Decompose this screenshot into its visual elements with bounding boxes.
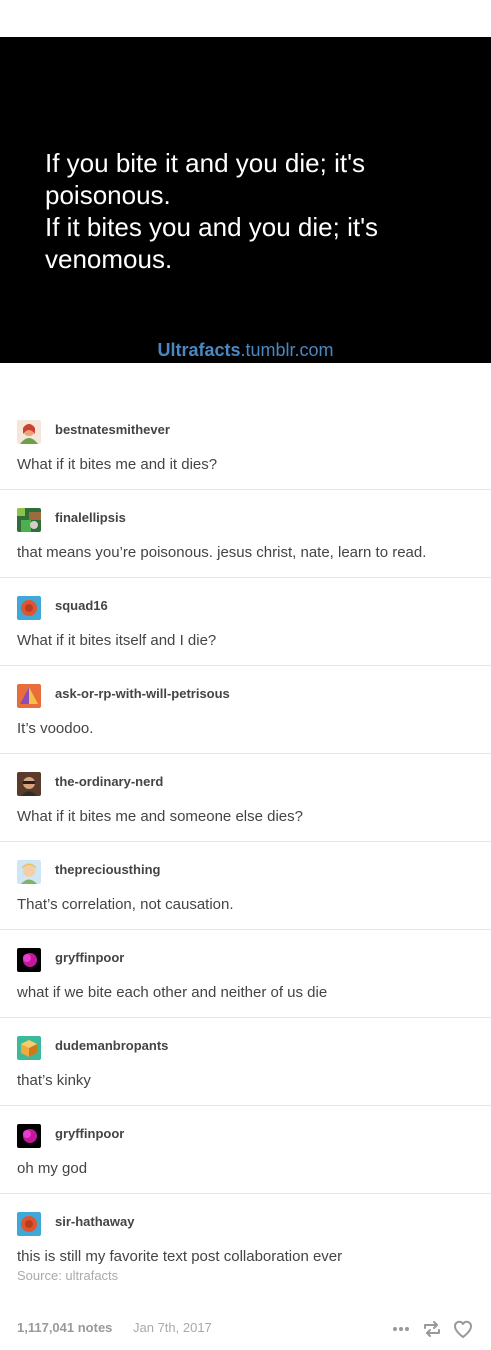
reblog-text: It’s voodoo.: [17, 720, 94, 737]
reblog-username[interactable]: gryffinpoor: [55, 1126, 124, 1141]
avatar[interactable]: [17, 860, 41, 884]
reblog-text: What if it bites me and someone else die…: [17, 808, 303, 825]
heart-icon[interactable]: [452, 1318, 474, 1340]
reblog-text: that means you’re poisonous. jesus chris…: [17, 544, 427, 561]
quote-line: venomous.: [45, 244, 173, 274]
reblog-username[interactable]: dudemanbropants: [55, 1038, 168, 1053]
reblog-item: the-ordinary-nerd What if it bites me an…: [0, 754, 491, 842]
avatar[interactable]: [17, 1124, 41, 1148]
avatar[interactable]: [17, 596, 41, 620]
notes-count[interactable]: 1,117,041 notes: [17, 1320, 112, 1335]
reblog-item: bestnatesmithever What if it bites me an…: [0, 402, 491, 490]
avatar[interactable]: [17, 948, 41, 972]
quote-line: If it bites you and you die; it's: [45, 212, 379, 242]
reblog-item: gryffinpoor oh my god: [0, 1106, 491, 1194]
watermark-domain: .tumblr.com: [240, 340, 334, 360]
post-image: If you bite it and you die; it's poisono…: [0, 37, 491, 363]
post-actions: [390, 1318, 474, 1340]
reblog-username[interactable]: gryffinpoor: [55, 950, 124, 965]
post-date[interactable]: Jan 7th, 2017: [133, 1320, 212, 1335]
post-footer: 1,117,041 notes Jan 7th, 2017: [17, 1318, 474, 1340]
watermark-brand: Ultrafacts: [157, 340, 241, 360]
reblog-username[interactable]: ask-or-rp-with-will-petrisous: [55, 686, 230, 701]
reblog-username[interactable]: the-ordinary-nerd: [55, 774, 163, 789]
reblog-text: this is still my favorite text post coll…: [17, 1248, 343, 1265]
quote-line: If you bite it and you die; it's: [45, 148, 366, 178]
reblog-item: squad16 What if it bites itself and I di…: [0, 578, 491, 666]
reblog-text: that’s kinky: [17, 1072, 91, 1089]
reblog-username[interactable]: bestnatesmithever: [55, 422, 170, 437]
reblog-username[interactable]: finalellipsis: [55, 510, 126, 525]
reblog-text: What if it bites me and it dies?: [17, 456, 218, 473]
post-source[interactable]: Source: ultrafacts: [17, 1268, 118, 1283]
reblog-text: oh my god: [17, 1160, 88, 1177]
avatar[interactable]: [17, 684, 41, 708]
reblog-item: gryffinpoor what if we bite each other a…: [0, 930, 491, 1018]
image-watermark: Ultrafacts.tumblr.com: [0, 340, 491, 361]
reblog-text: That’s correlation, not causation.: [17, 896, 234, 913]
more-icon[interactable]: [390, 1318, 412, 1340]
reblog-item: thepreciousthing That’s correlation, not…: [0, 842, 491, 930]
post-quote: If you bite it and you die; it's poisono…: [45, 147, 465, 275]
avatar[interactable]: [17, 508, 41, 532]
reblog-item: ask-or-rp-with-will-petrisous It’s voodo…: [0, 666, 491, 754]
reblog-text: What if it bites itself and I die?: [17, 632, 217, 649]
avatar[interactable]: [17, 1212, 41, 1236]
reblog-item: dudemanbropants that’s kinky: [0, 1018, 491, 1106]
reblog-icon[interactable]: [421, 1318, 443, 1340]
avatar[interactable]: [17, 772, 41, 796]
reblog-username[interactable]: thepreciousthing: [55, 862, 160, 877]
reblog-item: finalellipsis that means you’re poisonou…: [0, 490, 491, 578]
quote-line: poisonous.: [45, 180, 171, 210]
avatar[interactable]: [17, 420, 41, 444]
avatar[interactable]: [17, 1036, 41, 1060]
reblog-username[interactable]: sir-hathaway: [55, 1214, 134, 1229]
reblog-text: what if we bite each other and neither o…: [17, 984, 328, 1001]
reblog-thread: bestnatesmithever What if it bites me an…: [0, 402, 491, 1281]
reblog-username[interactable]: squad16: [55, 598, 108, 613]
